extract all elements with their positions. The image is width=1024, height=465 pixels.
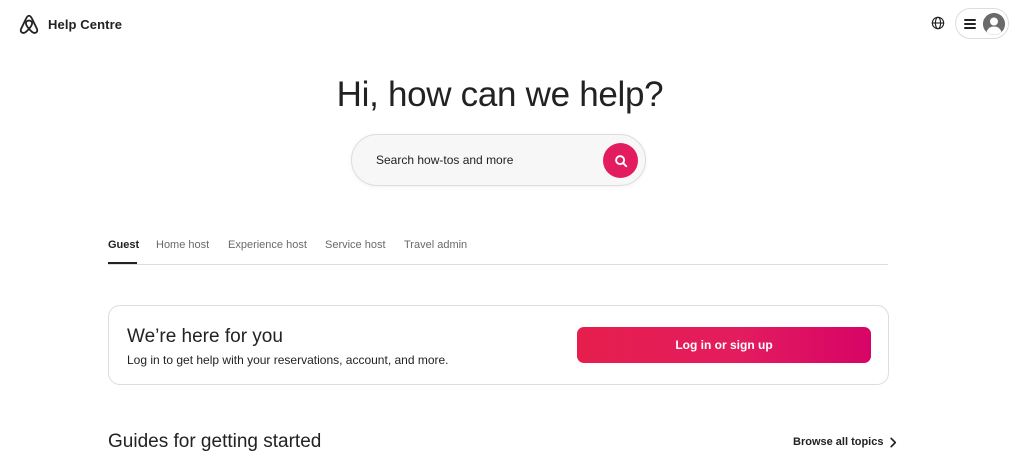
guides-section-title: Guides for getting started [108,431,322,452]
chevron-right-icon [889,437,897,448]
top-navigation-bar: Help Centre [0,0,1024,50]
browse-all-topics-link[interactable]: Browse all topics [793,436,897,448]
search-button[interactable] [603,143,638,178]
brand-title: Help Centre [48,16,123,32]
search-input[interactable] [376,153,596,167]
audience-tabs: Guest Home host Experience host Service … [108,230,888,265]
tab-home-host[interactable]: Home host [156,239,209,251]
login-prompt-card: We’re here for you Log in to get help wi… [108,305,889,385]
login-signup-button[interactable]: Log in or sign up [577,327,871,363]
airbnb-logo-icon [18,12,40,36]
tab-experience-host[interactable]: Experience host [228,239,307,251]
brand-home-link[interactable]: Help Centre [18,12,122,36]
user-avatar-icon [983,12,1005,35]
search-icon [614,154,628,168]
tab-guest[interactable]: Guest [108,239,139,251]
globe-icon [931,16,945,30]
tab-travel-admin[interactable]: Travel admin [404,239,467,251]
account-menu-button[interactable] [955,8,1009,39]
page-title: Hi, how can we help? [336,75,664,114]
hamburger-menu-icon [964,18,976,29]
tab-service-host[interactable]: Service host [325,239,386,251]
browse-all-topics-label: Browse all topics [793,436,884,448]
card-subtitle: Log in to get help with your reservation… [127,353,449,367]
card-title: We’re here for you [127,326,283,347]
language-globe-button[interactable] [928,13,948,33]
active-tab-indicator [108,262,137,264]
search-bar [351,134,646,186]
